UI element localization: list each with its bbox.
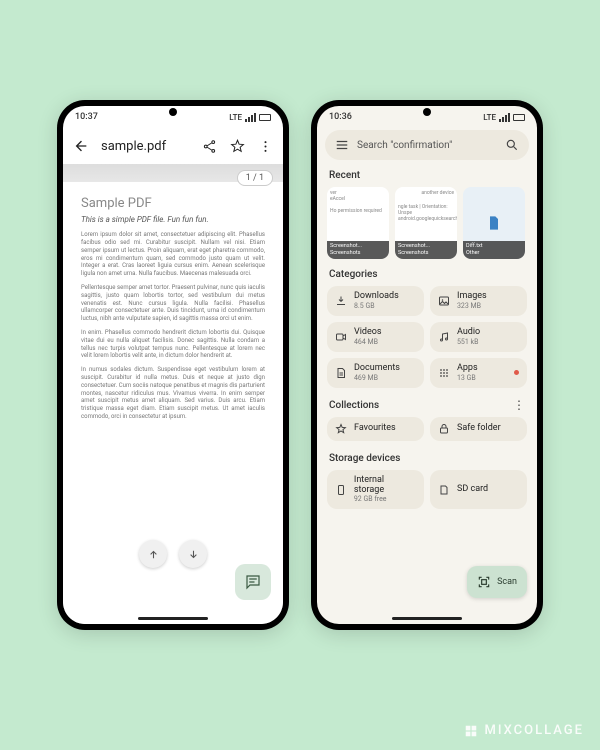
phone-icon [335, 484, 348, 496]
battery-icon [259, 114, 271, 121]
favourite-button[interactable] [229, 138, 245, 154]
section-title-collections: Collections [329, 398, 379, 413]
back-button[interactable] [73, 138, 89, 154]
page-indicator: 1 / 1 [237, 170, 273, 186]
scan-label: Scan [497, 577, 517, 587]
category-downloads[interactable]: Downloads8.5 GB [327, 286, 424, 316]
category-apps[interactable]: Apps13 GB [430, 358, 527, 388]
comment-fab[interactable] [235, 564, 271, 600]
storage-grid: Internal storage92 GB free SD card [317, 468, 537, 518]
categories-grid: Downloads8.5 GB Images323 MB Videos464 M… [317, 284, 537, 396]
phone-files-app: 10:36 LTE Search "confirmation" Recent [311, 100, 543, 630]
doc-subheading: This is a simple PDF file. Fun fun fun. [81, 215, 265, 225]
search-bar[interactable]: Search "confirmation" [325, 130, 529, 160]
gesture-bar [138, 617, 208, 620]
category-videos[interactable]: Videos464 MB [327, 322, 424, 352]
overflow-menu-button[interactable] [257, 138, 273, 154]
category-images[interactable]: Images323 MB [430, 286, 527, 316]
collage-icon [464, 724, 478, 738]
category-audio[interactable]: Audio551 kB [430, 322, 527, 352]
camera-notch [169, 108, 177, 116]
doc-paragraph: Pellentesque semper amet tortor. Praesen… [81, 284, 265, 323]
collection-safe-folder[interactable]: Safe folder [430, 417, 527, 441]
app-bar: sample.pdf [63, 128, 283, 164]
file-icon [486, 215, 502, 231]
overflow-menu-button[interactable]: ⋮ [513, 398, 525, 412]
recent-card[interactable]: Diff.txtOther [463, 187, 525, 259]
search-placeholder: Search "confirmation" [357, 140, 497, 151]
section-title-recent: Recent [317, 166, 537, 185]
sd-card-icon [438, 484, 451, 496]
doc-heading: Sample PDF [81, 196, 265, 213]
battery-icon [513, 114, 525, 121]
doc-paragraph: In numus sodales dictum. Suspendisse ege… [81, 366, 265, 421]
collection-favourites[interactable]: Favourites [327, 417, 424, 441]
section-title-storage: Storage devices [317, 449, 537, 468]
section-title-categories: Categories [317, 265, 537, 284]
lock-icon [438, 423, 451, 435]
pdf-page: Sample PDF This is a simple PDF file. Fu… [75, 192, 271, 582]
status-network-label: LTE [229, 113, 242, 122]
gesture-bar [392, 617, 462, 620]
collections-grid: Favourites Safe folder [317, 415, 537, 449]
hamburger-menu-button[interactable] [335, 138, 349, 152]
recent-card[interactable]: ver eAccel Ho permission required Screen… [327, 187, 389, 259]
notification-dot [514, 370, 519, 375]
scan-icon [477, 575, 491, 589]
document-viewport[interactable]: 1 / 1 Sample PDF This is a simple PDF fi… [63, 164, 283, 624]
signal-icon [245, 113, 256, 122]
audio-icon [438, 331, 451, 343]
recent-list: ver eAccel Ho permission required Screen… [317, 185, 537, 265]
watermark: MIXCOLLAGE [464, 723, 584, 738]
download-icon [335, 295, 348, 307]
status-network-label: LTE [483, 113, 496, 122]
recent-card[interactable]: another device ngle task | Orientation: … [395, 187, 457, 259]
document-title: sample.pdf [101, 139, 189, 154]
image-icon [438, 295, 451, 307]
doc-icon [335, 367, 348, 379]
doc-paragraph: In enim. Phasellus commodo hendrerit dic… [81, 329, 265, 360]
status-time: 10:37 [75, 112, 98, 122]
doc-paragraph: Lorem ipsum dolor sit amet, consectetuer… [81, 231, 265, 278]
video-icon [335, 331, 348, 343]
apps-icon [438, 367, 451, 379]
signal-icon [499, 113, 510, 122]
phone-pdf-viewer: 10:37 LTE sample.pdf [57, 100, 289, 630]
search-icon[interactable] [505, 138, 519, 152]
star-icon [335, 423, 348, 435]
scan-fab[interactable]: Scan [467, 566, 527, 598]
camera-notch [423, 108, 431, 116]
share-button[interactable] [201, 138, 217, 154]
storage-sd-card[interactable]: SD card [430, 470, 527, 510]
status-time: 10:36 [329, 112, 352, 122]
category-documents[interactable]: Documents469 MB [327, 358, 424, 388]
scroll-down-button[interactable] [179, 540, 207, 568]
scroll-up-button[interactable] [139, 540, 167, 568]
storage-internal[interactable]: Internal storage92 GB free [327, 470, 424, 510]
